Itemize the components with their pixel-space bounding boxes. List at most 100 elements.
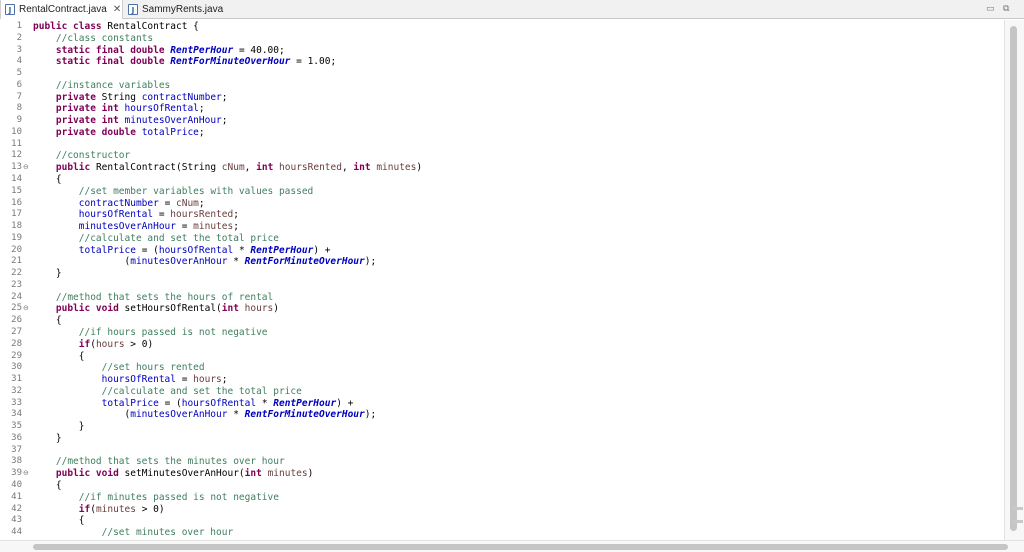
code-text[interactable]: //set minutes over hour — [33, 527, 234, 539]
code-line[interactable]: 16 contractNumber = cNum; — [0, 198, 1004, 210]
code-text[interactable]: public RentalContract(String cNum, int h… — [33, 162, 422, 174]
code-editor[interactable]: 1 public class RentalContract {2 //class … — [0, 20, 1004, 540]
code-line[interactable]: 28 if(hours > 0) — [0, 339, 1004, 351]
code-text[interactable]: { — [33, 315, 62, 327]
code-line[interactable]: 34 (minutesOverAnHour * RentForMinuteOve… — [0, 409, 1004, 421]
code-line[interactable]: 6 //instance variables — [0, 80, 1004, 92]
code-line[interactable]: 40 { — [0, 480, 1004, 492]
code-line[interactable]: 22 } — [0, 268, 1004, 280]
code-text[interactable]: { — [33, 515, 85, 527]
code-text[interactable]: } — [33, 268, 62, 280]
code-text[interactable]: private int minutesOverAnHour; — [33, 115, 228, 127]
code-text[interactable]: public void setMinutesOverAnHour(int min… — [33, 468, 313, 480]
code-line[interactable]: 44 //set minutes over hour — [0, 527, 1004, 539]
code-text[interactable]: static final double RentForMinuteOverHou… — [33, 56, 336, 68]
code-line[interactable]: 17 hoursOfRental = hoursRented; — [0, 209, 1004, 221]
fold-toggle-icon[interactable]: ⊖ — [23, 162, 29, 174]
overview-ruler-marker[interactable] — [1013, 520, 1023, 523]
code-line[interactable]: 33 totalPrice = (hoursOfRental * RentPer… — [0, 398, 1004, 410]
code-text[interactable]: if(minutes > 0) — [33, 504, 165, 516]
fold-toggle-icon[interactable]: ⊖ — [23, 303, 29, 315]
vertical-scrollbar[interactable] — [1004, 20, 1024, 540]
code-text[interactable]: //if minutes passed is not negative — [33, 492, 279, 504]
code-text[interactable]: { — [33, 174, 62, 186]
code-text[interactable]: //method that sets the minutes over hour — [33, 456, 285, 468]
code-line[interactable]: 30 //set hours rented — [0, 362, 1004, 374]
code-line[interactable]: 38 //method that sets the minutes over h… — [0, 456, 1004, 468]
code-line[interactable]: 36 } — [0, 433, 1004, 445]
code-line[interactable]: 14 { — [0, 174, 1004, 186]
code-line[interactable]: 31 hoursOfRental = hours; — [0, 374, 1004, 386]
code-line[interactable]: 26 { — [0, 315, 1004, 327]
line-number: 41 — [11, 491, 22, 502]
scrollbar-thumb[interactable] — [33, 544, 1008, 550]
code-text[interactable]: private double totalPrice; — [33, 127, 205, 139]
code-line[interactable]: 27 //if hours passed is not negative — [0, 327, 1004, 339]
code-text[interactable]: (minutesOverAnHour * RentForMinuteOverHo… — [33, 409, 377, 421]
code-line[interactable]: 24 //method that sets the hours of renta… — [0, 292, 1004, 304]
code-line[interactable]: 21 (minutesOverAnHour * RentForMinuteOve… — [0, 256, 1004, 268]
code-line[interactable]: 12 //constructor — [0, 150, 1004, 162]
code-line[interactable]: 29 { — [0, 351, 1004, 363]
code-line[interactable]: 15 //set member variables with values pa… — [0, 186, 1004, 198]
tab-sammyrents[interactable]: J SammyRents.java — [124, 0, 234, 19]
code-line[interactable]: 42 if(minutes > 0) — [0, 504, 1004, 516]
code-line[interactable]: 32 //calculate and set the total price — [0, 386, 1004, 398]
code-text[interactable]: //if hours passed is not negative — [33, 327, 268, 339]
code-line[interactable]: 5 — [0, 68, 1004, 80]
code-text[interactable]: } — [33, 433, 62, 445]
code-text[interactable]: public class RentalContract { — [33, 21, 199, 33]
code-line[interactable]: 19 //calculate and set the total price — [0, 233, 1004, 245]
code-line[interactable]: 20 totalPrice = (hoursOfRental * RentPer… — [0, 245, 1004, 257]
tab-rentalcontract[interactable]: J RentalContract.java ✕ — [0, 0, 123, 19]
code-text[interactable]: private String contractNumber; — [33, 92, 228, 104]
code-text[interactable]: { — [33, 351, 85, 363]
code-text[interactable]: //set member variables with values passe… — [33, 186, 314, 198]
code-text[interactable]: //instance variables — [33, 80, 170, 92]
code-line[interactable]: 4 static final double RentForMinuteOverH… — [0, 56, 1004, 68]
code-line[interactable]: 43 { — [0, 515, 1004, 527]
code-line[interactable]: 9 private int minutesOverAnHour; — [0, 115, 1004, 127]
code-text[interactable]: totalPrice = (hoursOfRental * RentPerHou… — [33, 245, 331, 257]
code-text[interactable]: //method that sets the hours of rental — [33, 292, 273, 304]
minimize-icon[interactable]: ▭ — [986, 4, 995, 14]
code-text[interactable]: { — [33, 480, 62, 492]
code-line[interactable]: 35 } — [0, 421, 1004, 433]
code-line[interactable]: 3 static final double RentPerHour = 40.0… — [0, 45, 1004, 57]
close-tab-icon[interactable]: ✕ — [113, 4, 121, 15]
code-text[interactable]: //class constants — [33, 33, 153, 45]
code-text[interactable]: } — [33, 421, 85, 433]
code-text[interactable]: hoursOfRental = hours; — [33, 374, 228, 386]
code-line[interactable]: 25 ⊖ public void setHoursOfRental(int hou… — [0, 303, 1004, 315]
code-line[interactable]: 11 — [0, 139, 1004, 151]
scrollbar-thumb[interactable] — [1010, 26, 1017, 531]
code-text[interactable]: if(hours > 0) — [33, 339, 153, 351]
code-line[interactable]: 37 — [0, 445, 1004, 457]
code-text[interactable]: static final double RentPerHour = 40.00; — [33, 45, 285, 57]
code-text[interactable]: totalPrice = (hoursOfRental * RentPerHou… — [33, 398, 354, 410]
code-text[interactable]: //calculate and set the total price — [33, 386, 302, 398]
horizontal-scrollbar[interactable] — [0, 540, 1024, 552]
code-line[interactable]: 1 public class RentalContract { — [0, 21, 1004, 33]
code-line[interactable]: 41 //if minutes passed is not negative — [0, 492, 1004, 504]
code-text[interactable]: //calculate and set the total price — [33, 233, 279, 245]
code-line[interactable]: 18 minutesOverAnHour = minutes; — [0, 221, 1004, 233]
overview-ruler-marker[interactable] — [1013, 507, 1023, 510]
code-text[interactable]: //set hours rented — [33, 362, 205, 374]
code-line[interactable]: 2 //class constants — [0, 33, 1004, 45]
code-text[interactable]: public void setHoursOfRental(int hours) — [33, 303, 279, 315]
code-text[interactable]: hoursOfRental = hoursRented; — [33, 209, 239, 221]
code-text[interactable]: minutesOverAnHour = minutes; — [33, 221, 239, 233]
code-line[interactable]: 7 private String contractNumber; — [0, 92, 1004, 104]
code-text[interactable]: //constructor — [33, 150, 130, 162]
code-line[interactable]: 10 private double totalPrice; — [0, 127, 1004, 139]
code-text[interactable]: contractNumber = cNum; — [33, 198, 205, 210]
code-line[interactable]: 39 ⊖ public void setMinutesOverAnHour(int… — [0, 468, 1004, 480]
code-text[interactable]: (minutesOverAnHour * RentForMinuteOverHo… — [33, 256, 377, 268]
maximize-icon[interactable]: ⧉ — [1003, 4, 1009, 14]
code-line[interactable]: 23 — [0, 280, 1004, 292]
code-line[interactable]: 8 private int hoursOfRental; — [0, 103, 1004, 115]
fold-toggle-icon[interactable]: ⊖ — [23, 468, 29, 480]
code-text[interactable]: private int hoursOfRental; — [33, 103, 205, 115]
code-line[interactable]: 13 ⊖ public RentalContract(String cNum, i… — [0, 162, 1004, 174]
